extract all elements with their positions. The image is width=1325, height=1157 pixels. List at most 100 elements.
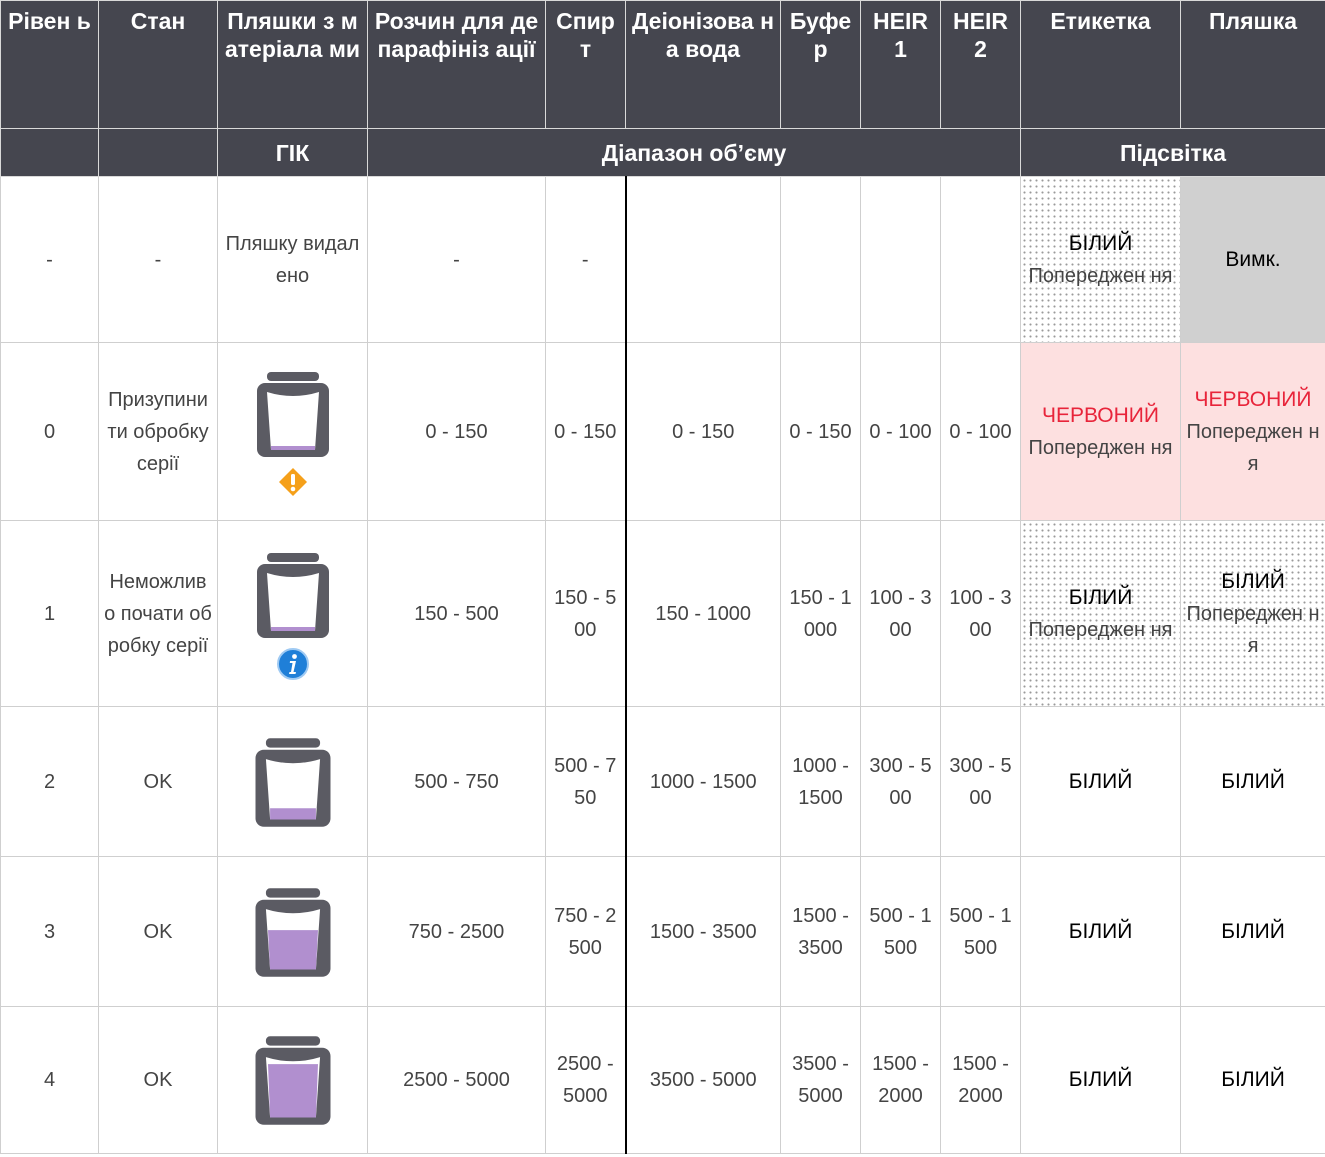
bottle-light-cell: БІЛИЙ <box>1180 706 1325 857</box>
bottle-levels-table: Рівен ь Стан Пляшки з матеріала ми Розчи… <box>0 0 1325 1154</box>
subheader-empty-1 <box>0 128 99 177</box>
water-cell: 150 - 1000 <box>624 520 781 707</box>
bottle-light-cell: ЧЕРВОНИЙ Попереджен ня <box>1180 342 1325 521</box>
bottle-icon <box>256 552 329 638</box>
heir2-cell: 100 - 300 <box>940 520 1021 707</box>
subheader-row: ГІК Діапазон об’єму Підсвітка <box>0 128 1325 177</box>
level-cell: 0 <box>0 342 99 521</box>
subheader-backlight: Підсвітка <box>1020 128 1325 177</box>
level-cell: - <box>0 176 99 343</box>
state-cell: OK <box>98 1006 218 1154</box>
bottle-light-note: Попереджен ня <box>1186 420 1320 475</box>
bottle-cap <box>265 737 320 748</box>
buffer-cell: 150 - 1000 <box>780 520 861 707</box>
header-label: Етикетка <box>1020 0 1181 129</box>
bottle-interior <box>266 572 319 631</box>
label-light-cell: БІЛИЙ <box>1020 1006 1181 1154</box>
spirit-cell: 750 - 2500 <box>545 856 626 1007</box>
bottle-cap <box>266 552 319 562</box>
label-color: БІЛИЙ <box>1068 585 1133 609</box>
bottle-icon <box>255 1036 330 1125</box>
bottle-liquid <box>269 807 316 819</box>
bottle-light-color: ЧЕРВОНИЙ <box>1194 387 1312 411</box>
label-light-cell: БІЛИЙ Попереджен ня <box>1020 520 1181 707</box>
bottle-light-color: БІЛИЙ <box>1221 919 1285 943</box>
bottle-icon-cell <box>217 342 368 521</box>
header-state: Стан <box>98 0 218 129</box>
bottle-icon <box>255 887 330 977</box>
depar-cell: 2500 - 5000 <box>367 1006 546 1154</box>
bottle-light-cell: Вимк. <box>1180 176 1325 343</box>
table-row: - - Пляшку видалено - - БІЛИЙ Попереджен… <box>0 176 1325 343</box>
header-heir2: HEIR 2 <box>940 0 1021 129</box>
state-cell: Призупини ти обробку серії <box>98 342 218 521</box>
bottle-light-color: БІЛИЙ <box>1221 569 1285 593</box>
heir1-cell: 300 - 500 <box>860 706 941 857</box>
level-cell: 1 <box>0 520 99 707</box>
bottle-light-note: Попереджен ня <box>1186 602 1320 657</box>
header-spirit: Спир т <box>545 0 626 129</box>
water-cell: 1500 - 3500 <box>624 856 781 1007</box>
label-note: Попереджен ня <box>1028 618 1173 641</box>
table-row: 0 Призупини ти обробку серії 0 - 150 0 -… <box>0 342 1325 521</box>
bottle-liquid <box>270 445 315 450</box>
spirit-cell: - <box>545 176 626 343</box>
label-color: БІЛИЙ <box>1068 919 1133 943</box>
depar-cell: - <box>367 176 546 343</box>
label-note: Попереджен ня <box>1028 436 1173 459</box>
heir2-cell: 500 - 1500 <box>940 856 1021 1007</box>
level-cell: 3 <box>0 856 99 1007</box>
bottle-cap <box>265 1036 320 1046</box>
depar-cell: 750 - 2500 <box>367 856 546 1007</box>
bottle-icon-cell <box>217 1006 368 1154</box>
table-row: 2 OK 500 - 750 500 - 750 1000 - 1500 100… <box>0 706 1325 857</box>
heir1-cell: 100 - 300 <box>860 520 941 707</box>
depar-cell: 150 - 500 <box>367 520 546 707</box>
heir2-cell: 300 - 500 <box>940 706 1021 857</box>
label-color: БІЛИЙ <box>1068 1068 1133 1091</box>
water-cell: 3500 - 5000 <box>624 1006 781 1154</box>
table-row: 3 OK 750 - 2500 750 - 2500 1500 - 3500 1… <box>0 856 1325 1007</box>
header-level: Рівен ь <box>0 0 99 129</box>
state-cell: OK <box>98 856 218 1007</box>
bottle-interior <box>266 391 319 450</box>
bottle-icon <box>255 737 330 827</box>
bottle-light-cell: БІЛИЙ <box>1180 856 1325 1007</box>
bottle-icon-cell <box>217 520 368 707</box>
label-note: Попереджен ня <box>1028 264 1173 287</box>
label-color: БІЛИЙ <box>1068 231 1133 255</box>
buffer-cell: 3500 - 5000 <box>780 1006 861 1154</box>
bottle-liquid <box>267 1064 318 1118</box>
bottle-liquid <box>270 626 315 631</box>
water-cell: 0 - 150 <box>624 342 781 521</box>
bottle-light-color: БІЛИЙ <box>1221 1068 1285 1091</box>
label-light-cell: БІЛИЙ <box>1020 856 1181 1007</box>
subheader-empty-2 <box>98 128 218 177</box>
spirit-cell: 0 - 150 <box>545 342 626 521</box>
spirit-cell: 2500 - 5000 <box>545 1006 626 1154</box>
header-bottles: Пляшки з матеріала ми <box>217 0 368 129</box>
header-buffer: Буфе р <box>780 0 861 129</box>
state-cell: Неможлив о почати обробку серії <box>98 520 218 707</box>
level-cell: 2 <box>0 706 99 857</box>
heir1-cell: 500 - 1500 <box>860 856 941 1007</box>
info-circle-icon <box>276 647 309 680</box>
warning-diamond-icon <box>278 467 307 496</box>
water-cell <box>624 176 781 343</box>
label-color: ЧЕРВОНИЙ <box>1041 403 1159 427</box>
spirit-cell: 150 - 500 <box>545 520 626 707</box>
bottle-cap <box>265 887 320 898</box>
buffer-cell: 0 - 150 <box>780 342 861 521</box>
depar-cell: 500 - 750 <box>367 706 546 857</box>
table-row: 1 Неможлив о почати обробку серії 150 - … <box>0 520 1325 707</box>
buffer-cell: 1500 - 3500 <box>780 856 861 1007</box>
label-light-cell: БІЛИЙ <box>1020 706 1181 857</box>
subheader-volume-range: Діапазон об’єму <box>367 128 1021 177</box>
label-light-cell: БІЛИЙ Попереджен ня <box>1020 176 1181 343</box>
label-light-cell: ЧЕРВОНИЙ Попереджен ня <box>1020 342 1181 521</box>
state-cell: OK <box>98 706 218 857</box>
subheader-gik: ГІК <box>217 128 368 177</box>
bottle-removed-text: Пляшку видалено <box>217 176 368 343</box>
state-cell: - <box>98 176 218 343</box>
bottle-light-off: Вимк. <box>1225 247 1281 271</box>
